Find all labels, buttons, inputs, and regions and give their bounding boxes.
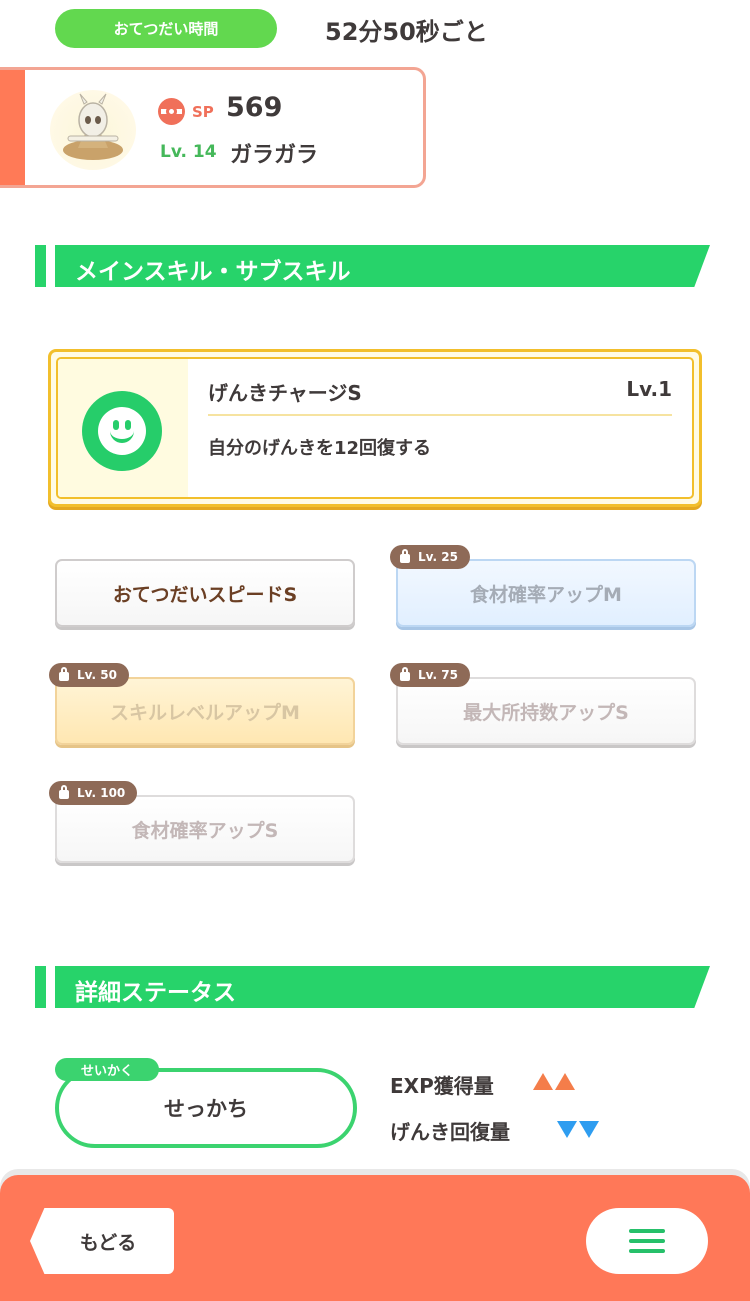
lock-icon xyxy=(59,784,69,799)
main-skill-name: げんきチャージS xyxy=(208,381,362,405)
sub-skill-button-4[interactable]: 最大所持数アップS xyxy=(396,677,696,745)
help-time-label: おてつだい時間 xyxy=(55,9,277,48)
status-section-header: 詳細ステータス xyxy=(35,966,710,1008)
main-skill-icon-panel xyxy=(58,359,188,497)
pokemon-avatar xyxy=(50,90,136,170)
pokeball-icon xyxy=(158,98,185,125)
down-arrows-icon xyxy=(557,1121,599,1138)
card-accent-stripe xyxy=(0,70,25,185)
lock-icon xyxy=(59,666,69,681)
nature-effect-exp: EXP獲得量 xyxy=(390,1074,494,1098)
lock-icon xyxy=(400,548,410,563)
pokemon-card[interactable]: SP 569 Lv. 14 ガラガラ xyxy=(0,67,426,188)
nature-effect-energy: げんき回復量 xyxy=(390,1120,510,1144)
lock-icon xyxy=(400,666,410,681)
sp-value: 569 xyxy=(226,92,283,123)
marowak-icon xyxy=(63,93,123,160)
hamburger-menu-icon[interactable] xyxy=(586,1208,708,1274)
nature-tag: せいかく xyxy=(55,1058,159,1081)
section-title: 詳細ステータス xyxy=(75,980,236,1006)
section-title: メインスキル・サブスキル xyxy=(75,259,351,285)
section-tick xyxy=(35,966,46,1008)
lock-level: Lv. 50 xyxy=(77,668,117,682)
help-time-value: 52分50秒ごと xyxy=(325,18,488,46)
divider xyxy=(208,414,672,416)
lock-badge-lv100: Lv. 100 xyxy=(49,781,138,805)
sub-skill-button-2[interactable]: 食材確率アップM xyxy=(396,559,696,627)
lock-badge-lv75: Lv. 75 xyxy=(390,663,470,687)
lock-level: Lv. 100 xyxy=(77,786,126,800)
sub-skill-button-1[interactable]: おてつだいスピードS xyxy=(55,559,355,627)
lock-badge-lv50: Lv. 50 xyxy=(49,663,129,687)
pokemon-name: ガラガラ xyxy=(230,143,319,168)
back-button[interactable]: もどる xyxy=(30,1208,174,1274)
lock-badge-lv25: Lv. 25 xyxy=(390,545,470,569)
main-skill-description: 自分のげんきを12回復する xyxy=(208,438,432,459)
pokemon-level: Lv. 14 xyxy=(160,142,217,162)
sub-skill-button-3[interactable]: スキルレベルアップM xyxy=(55,677,355,745)
skills-section-header: メインスキル・サブスキル xyxy=(35,245,710,287)
section-tick xyxy=(35,245,46,287)
up-arrows-icon xyxy=(533,1073,575,1090)
sp-label: SP xyxy=(192,103,214,121)
main-skill-level: Lv.1 xyxy=(626,377,672,401)
smile-icon xyxy=(82,391,162,471)
main-skill-card[interactable]: げんきチャージS Lv.1 自分のげんきを12回復する xyxy=(48,349,702,507)
lock-level: Lv. 25 xyxy=(418,550,458,564)
sub-skill-button-5[interactable]: 食材確率アップS xyxy=(55,795,355,863)
lock-level: Lv. 75 xyxy=(418,668,458,682)
